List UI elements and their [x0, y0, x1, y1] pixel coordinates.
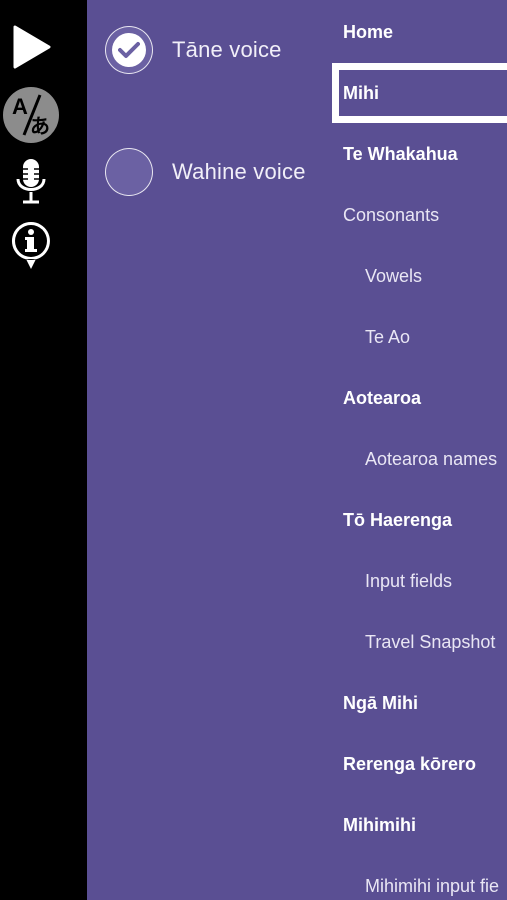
- translate-icon: A あ: [3, 87, 59, 143]
- voice-and-menu-panel: Tāne voice Wahine voice Home Mihi Te Wha…: [87, 0, 507, 900]
- menu-item-mihimihi-input-fields[interactable]: Mihimihi input fie: [332, 858, 507, 900]
- menu-item-te-ao[interactable]: Te Ao: [332, 309, 507, 365]
- navigation-menu: Home Mihi Te Whakahua Consonants Vowels …: [332, 0, 507, 900]
- info-button[interactable]: [0, 218, 62, 274]
- menu-item-rerenga-korero[interactable]: Rerenga kōrero: [332, 736, 507, 792]
- voice-option-tane[interactable]: Tāne voice: [105, 24, 282, 76]
- play-icon: [13, 25, 51, 69]
- menu-item-input-fields[interactable]: Input fields: [332, 553, 507, 609]
- translate-glyph-b: あ: [30, 114, 50, 138]
- menu-item-te-whakahua[interactable]: Te Whakahua: [332, 126, 507, 182]
- menu-item-aotearoa[interactable]: Aotearoa: [332, 370, 507, 426]
- toolbar: A あ: [0, 0, 87, 900]
- menu-item-mihi[interactable]: Mihi: [332, 63, 507, 123]
- menu-item-vowels[interactable]: Vowels: [332, 248, 507, 304]
- menu-item-travel-snapshot[interactable]: Travel Snapshot: [332, 614, 507, 670]
- menu-item-mihimihi[interactable]: Mihimihi: [332, 797, 507, 853]
- translate-button[interactable]: A あ: [0, 87, 62, 143]
- wahine-voice-radio[interactable]: [105, 148, 153, 196]
- info-icon: [11, 222, 50, 269]
- menu-item-home[interactable]: Home: [332, 4, 507, 60]
- menu-item-consonants[interactable]: Consonants: [332, 187, 507, 243]
- wahine-voice-label: Wahine voice: [172, 159, 306, 184]
- translate-glyph-a: A: [12, 94, 28, 119]
- play-button[interactable]: [0, 19, 62, 75]
- tane-voice-radio[interactable]: [105, 26, 153, 74]
- microphone-icon: [16, 159, 46, 204]
- menu-item-to-haerenga[interactable]: Tō Haerenga: [332, 492, 507, 548]
- record-button[interactable]: [0, 153, 62, 209]
- menu-item-nga-mihi[interactable]: Ngā Mihi: [332, 675, 507, 731]
- voice-option-wahine[interactable]: Wahine voice: [105, 146, 306, 198]
- tane-voice-label: Tāne voice: [172, 37, 282, 62]
- menu-item-aotearoa-names[interactable]: Aotearoa names: [332, 431, 507, 487]
- checkmark-badge: [112, 33, 146, 67]
- checkmark-icon: [118, 42, 140, 58]
